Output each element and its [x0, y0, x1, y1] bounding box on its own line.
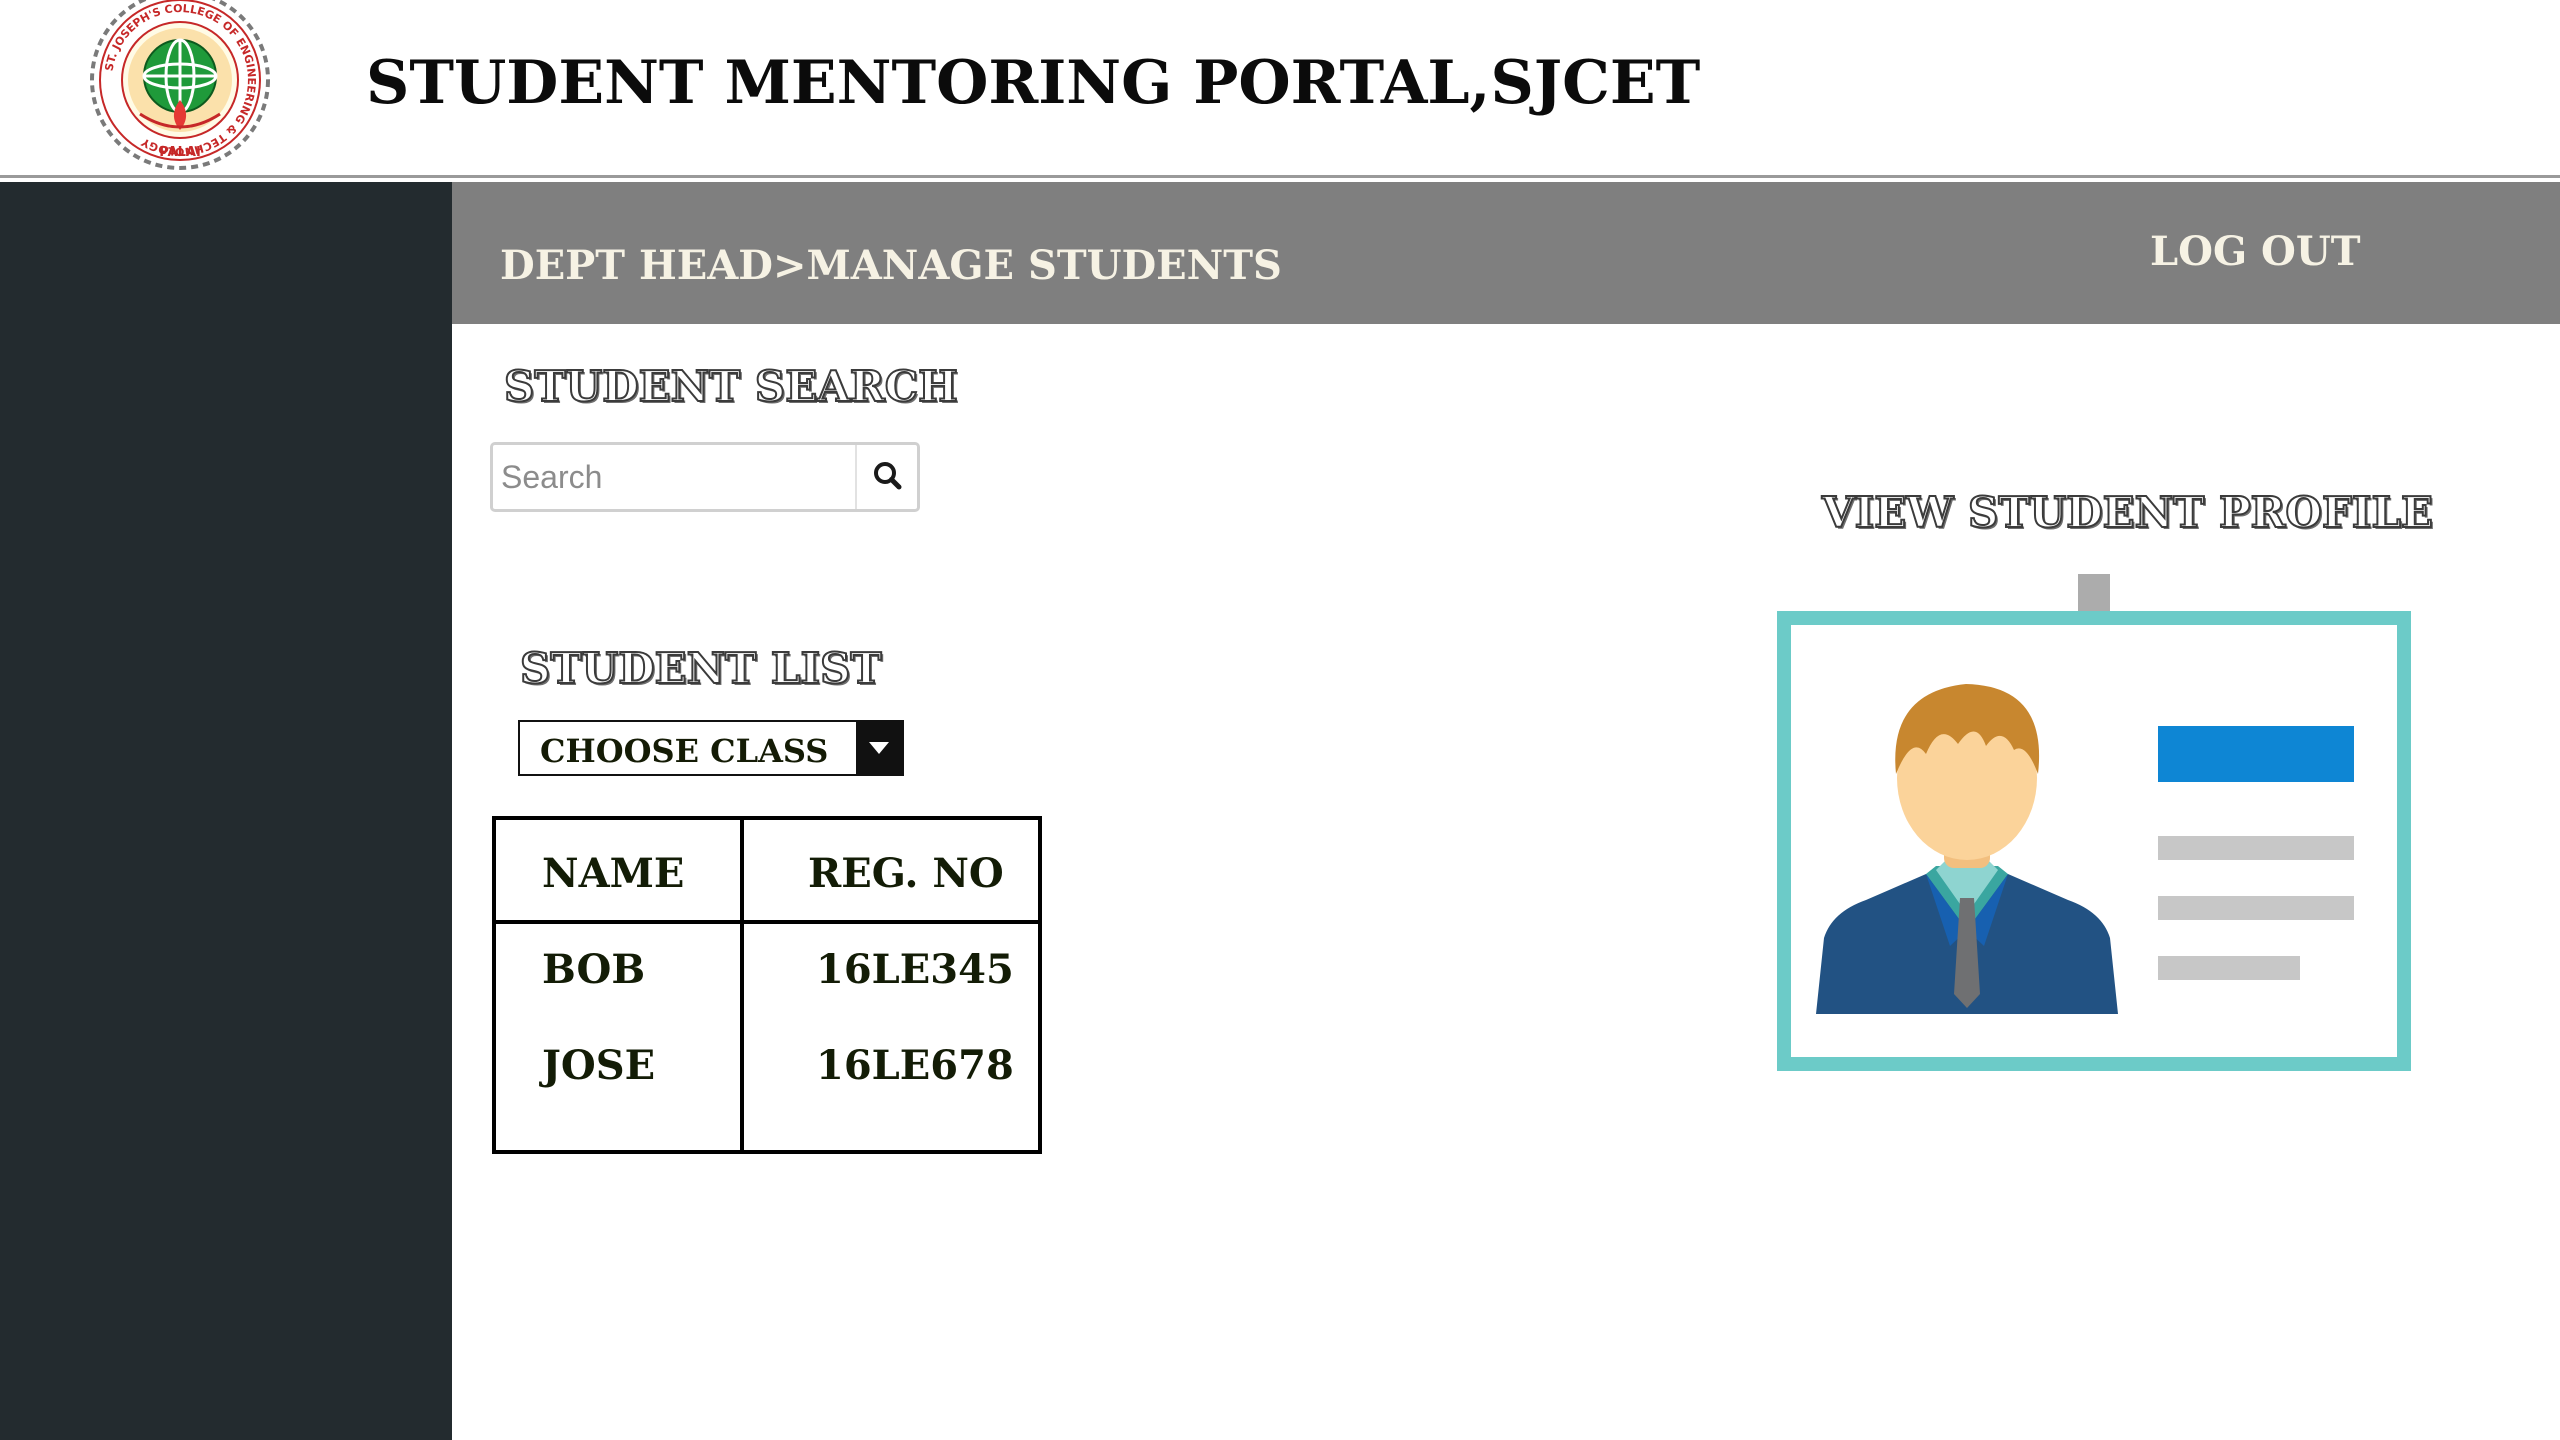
college-logo: ST. JOSEPH'S COLLEGE OF ENGINEERING & TE… [90, 0, 270, 170]
table-header-divider [496, 920, 1038, 924]
id-card-icon[interactable] [1776, 574, 2412, 1084]
breadcrumb: DEPT HEAD>MANAGE STUDENTS [500, 242, 1282, 289]
student-search-heading: STUDENT SEARCH [503, 361, 959, 412]
caret-down-icon[interactable] [856, 722, 902, 774]
portal-title: STUDENT MENTORING PORTAL,SJCET [366, 48, 1701, 118]
search-icon [874, 462, 902, 490]
search-box [490, 442, 920, 512]
logout-button[interactable]: LOG OUT [2150, 228, 2361, 275]
column-header-reg-no: REG. NO [808, 850, 1004, 897]
table-cell-name[interactable]: JOSE [542, 1042, 655, 1089]
header: ST. JOSEPH'S COLLEGE OF ENGINEERING & TE… [0, 0, 2560, 178]
view-profile-heading: VIEW STUDENT PROFILE [1821, 487, 2434, 538]
svg-text:PALAI: PALAI [159, 145, 201, 160]
table-cell-reg-no: 16LE345 [816, 946, 1014, 993]
sidebar [0, 182, 452, 1440]
table-cell-name[interactable]: BOB [542, 946, 645, 993]
page: ST. JOSEPH'S COLLEGE OF ENGINEERING & TE… [0, 0, 2560, 1440]
class-select-value: CHOOSE CLASS [540, 732, 829, 770]
student-table: NAME REG. NO BOB 16LE345 JOSE 16LE678 [492, 816, 1042, 1154]
column-header-name: NAME [542, 850, 685, 897]
search-input[interactable] [497, 449, 851, 505]
topbar: DEPT HEAD>MANAGE STUDENTS LOG OUT [452, 182, 2560, 324]
student-list-heading: STUDENT LIST [519, 643, 883, 694]
table-cell-reg-no: 16LE678 [816, 1042, 1014, 1089]
search-button[interactable] [855, 445, 917, 509]
table-column-divider [740, 820, 744, 1150]
class-select[interactable]: CHOOSE CLASS [518, 720, 904, 776]
